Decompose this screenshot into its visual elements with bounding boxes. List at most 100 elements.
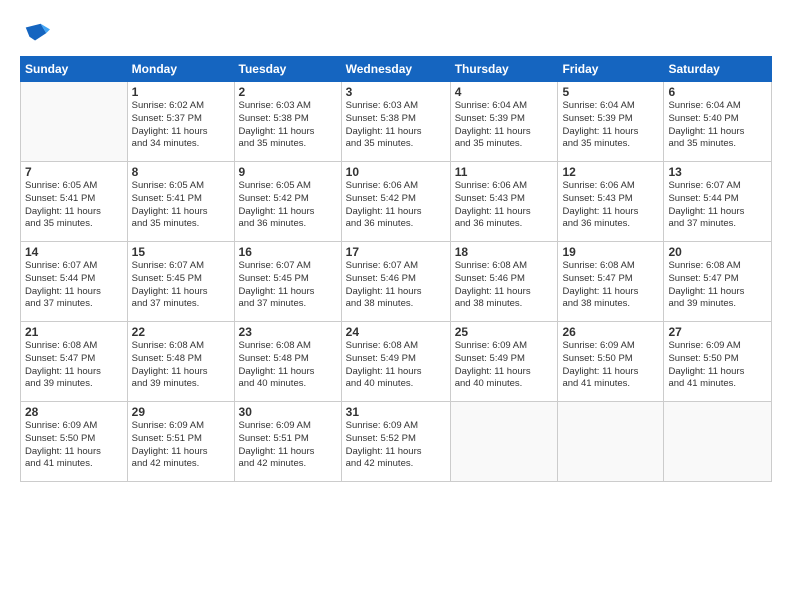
calendar-cell: 3Sunrise: 6:03 AM Sunset: 5:38 PM Daylig… [341,82,450,162]
day-number: 5 [562,85,659,99]
day-info: Sunrise: 6:07 AM Sunset: 5:46 PM Dayligh… [346,260,446,311]
calendar-cell [664,402,772,482]
day-number: 20 [668,245,767,259]
day-info: Sunrise: 6:05 AM Sunset: 5:41 PM Dayligh… [132,180,230,231]
day-info: Sunrise: 6:06 AM Sunset: 5:43 PM Dayligh… [562,180,659,231]
calendar-cell: 18Sunrise: 6:08 AM Sunset: 5:46 PM Dayli… [450,242,558,322]
day-number: 19 [562,245,659,259]
day-number: 30 [239,405,337,419]
day-number: 15 [132,245,230,259]
calendar-header-row: SundayMondayTuesdayWednesdayThursdayFrid… [21,57,772,82]
calendar-cell: 10Sunrise: 6:06 AM Sunset: 5:42 PM Dayli… [341,162,450,242]
page: SundayMondayTuesdayWednesdayThursdayFrid… [0,0,792,612]
day-info: Sunrise: 6:07 AM Sunset: 5:45 PM Dayligh… [239,260,337,311]
day-info: Sunrise: 6:08 AM Sunset: 5:47 PM Dayligh… [25,340,123,391]
header [20,16,772,48]
calendar-cell: 20Sunrise: 6:08 AM Sunset: 5:47 PM Dayli… [664,242,772,322]
day-info: Sunrise: 6:08 AM Sunset: 5:47 PM Dayligh… [668,260,767,311]
day-number: 24 [346,325,446,339]
day-number: 2 [239,85,337,99]
calendar-cell: 1Sunrise: 6:02 AM Sunset: 5:37 PM Daylig… [127,82,234,162]
calendar-cell: 13Sunrise: 6:07 AM Sunset: 5:44 PM Dayli… [664,162,772,242]
day-info: Sunrise: 6:08 AM Sunset: 5:49 PM Dayligh… [346,340,446,391]
day-number: 25 [455,325,554,339]
day-number: 27 [668,325,767,339]
calendar-table: SundayMondayTuesdayWednesdayThursdayFrid… [20,56,772,482]
day-number: 23 [239,325,337,339]
calendar-cell: 30Sunrise: 6:09 AM Sunset: 5:51 PM Dayli… [234,402,341,482]
logo-icon [22,20,50,48]
calendar-header-friday: Friday [558,57,664,82]
day-info: Sunrise: 6:03 AM Sunset: 5:38 PM Dayligh… [239,100,337,151]
calendar-week-row: 7Sunrise: 6:05 AM Sunset: 5:41 PM Daylig… [21,162,772,242]
calendar-header-sunday: Sunday [21,57,128,82]
day-number: 28 [25,405,123,419]
calendar-cell: 27Sunrise: 6:09 AM Sunset: 5:50 PM Dayli… [664,322,772,402]
calendar-cell: 17Sunrise: 6:07 AM Sunset: 5:46 PM Dayli… [341,242,450,322]
day-info: Sunrise: 6:04 AM Sunset: 5:39 PM Dayligh… [562,100,659,151]
day-info: Sunrise: 6:05 AM Sunset: 5:41 PM Dayligh… [25,180,123,231]
day-info: Sunrise: 6:02 AM Sunset: 5:37 PM Dayligh… [132,100,230,151]
day-number: 12 [562,165,659,179]
calendar-cell [21,82,128,162]
day-info: Sunrise: 6:08 AM Sunset: 5:47 PM Dayligh… [562,260,659,311]
day-number: 26 [562,325,659,339]
calendar-cell: 7Sunrise: 6:05 AM Sunset: 5:41 PM Daylig… [21,162,128,242]
calendar-header-thursday: Thursday [450,57,558,82]
day-info: Sunrise: 6:07 AM Sunset: 5:45 PM Dayligh… [132,260,230,311]
day-info: Sunrise: 6:08 AM Sunset: 5:48 PM Dayligh… [132,340,230,391]
calendar-cell: 23Sunrise: 6:08 AM Sunset: 5:48 PM Dayli… [234,322,341,402]
calendar-cell: 26Sunrise: 6:09 AM Sunset: 5:50 PM Dayli… [558,322,664,402]
logo [20,20,50,48]
day-info: Sunrise: 6:09 AM Sunset: 5:50 PM Dayligh… [25,420,123,471]
day-info: Sunrise: 6:04 AM Sunset: 5:39 PM Dayligh… [455,100,554,151]
day-number: 10 [346,165,446,179]
calendar-week-row: 28Sunrise: 6:09 AM Sunset: 5:50 PM Dayli… [21,402,772,482]
day-info: Sunrise: 6:09 AM Sunset: 5:51 PM Dayligh… [239,420,337,471]
calendar-cell: 8Sunrise: 6:05 AM Sunset: 5:41 PM Daylig… [127,162,234,242]
day-info: Sunrise: 6:09 AM Sunset: 5:50 PM Dayligh… [668,340,767,391]
day-number: 3 [346,85,446,99]
calendar-cell: 5Sunrise: 6:04 AM Sunset: 5:39 PM Daylig… [558,82,664,162]
calendar-cell: 14Sunrise: 6:07 AM Sunset: 5:44 PM Dayli… [21,242,128,322]
calendar-cell [450,402,558,482]
day-number: 7 [25,165,123,179]
calendar-cell: 4Sunrise: 6:04 AM Sunset: 5:39 PM Daylig… [450,82,558,162]
day-number: 13 [668,165,767,179]
day-info: Sunrise: 6:07 AM Sunset: 5:44 PM Dayligh… [668,180,767,231]
day-info: Sunrise: 6:09 AM Sunset: 5:49 PM Dayligh… [455,340,554,391]
calendar-cell: 16Sunrise: 6:07 AM Sunset: 5:45 PM Dayli… [234,242,341,322]
day-info: Sunrise: 6:04 AM Sunset: 5:40 PM Dayligh… [668,100,767,151]
calendar-header-wednesday: Wednesday [341,57,450,82]
day-number: 1 [132,85,230,99]
day-number: 17 [346,245,446,259]
calendar-cell: 11Sunrise: 6:06 AM Sunset: 5:43 PM Dayli… [450,162,558,242]
calendar-cell: 31Sunrise: 6:09 AM Sunset: 5:52 PM Dayli… [341,402,450,482]
day-number: 22 [132,325,230,339]
day-number: 16 [239,245,337,259]
day-info: Sunrise: 6:03 AM Sunset: 5:38 PM Dayligh… [346,100,446,151]
day-info: Sunrise: 6:09 AM Sunset: 5:50 PM Dayligh… [562,340,659,391]
day-number: 21 [25,325,123,339]
calendar-cell: 12Sunrise: 6:06 AM Sunset: 5:43 PM Dayli… [558,162,664,242]
calendar-header-monday: Monday [127,57,234,82]
day-info: Sunrise: 6:09 AM Sunset: 5:51 PM Dayligh… [132,420,230,471]
day-info: Sunrise: 6:09 AM Sunset: 5:52 PM Dayligh… [346,420,446,471]
day-number: 6 [668,85,767,99]
day-number: 4 [455,85,554,99]
day-number: 14 [25,245,123,259]
calendar-cell: 6Sunrise: 6:04 AM Sunset: 5:40 PM Daylig… [664,82,772,162]
calendar-cell: 9Sunrise: 6:05 AM Sunset: 5:42 PM Daylig… [234,162,341,242]
day-info: Sunrise: 6:07 AM Sunset: 5:44 PM Dayligh… [25,260,123,311]
day-number: 8 [132,165,230,179]
calendar-cell: 24Sunrise: 6:08 AM Sunset: 5:49 PM Dayli… [341,322,450,402]
day-number: 11 [455,165,554,179]
calendar-cell: 28Sunrise: 6:09 AM Sunset: 5:50 PM Dayli… [21,402,128,482]
day-info: Sunrise: 6:06 AM Sunset: 5:43 PM Dayligh… [455,180,554,231]
day-info: Sunrise: 6:05 AM Sunset: 5:42 PM Dayligh… [239,180,337,231]
calendar-cell: 2Sunrise: 6:03 AM Sunset: 5:38 PM Daylig… [234,82,341,162]
day-number: 29 [132,405,230,419]
calendar-cell: 21Sunrise: 6:08 AM Sunset: 5:47 PM Dayli… [21,322,128,402]
day-number: 31 [346,405,446,419]
calendar-week-row: 14Sunrise: 6:07 AM Sunset: 5:44 PM Dayli… [21,242,772,322]
